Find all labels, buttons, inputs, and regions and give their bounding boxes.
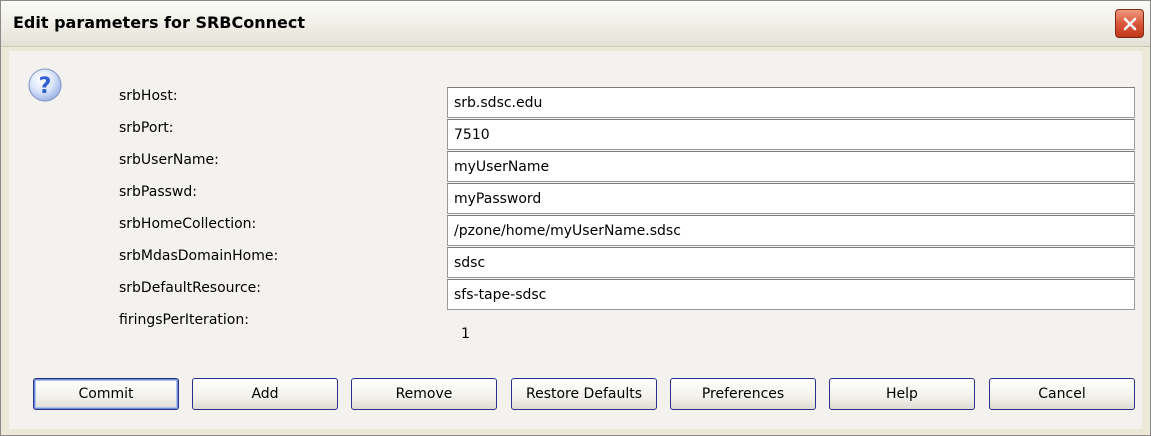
commit-button[interactable]: Commit [33, 378, 179, 410]
add-button[interactable]: Add [192, 378, 338, 410]
srbpasswd-field[interactable] [447, 183, 1135, 214]
param-row-srbport: srbPort: [9, 117, 1142, 150]
srbhomecollection-field[interactable] [447, 215, 1135, 246]
help-button[interactable]: Help [829, 378, 975, 410]
title-bar[interactable]: Edit parameters for SRBConnect [1, 1, 1150, 47]
srbdefaultresource-field[interactable] [447, 279, 1135, 310]
dialog-title: Edit parameters for SRBConnect [13, 13, 305, 32]
close-button[interactable] [1115, 9, 1144, 38]
param-row-firingsperiteration: firingsPerIteration: 1 [9, 309, 1142, 342]
param-label: srbPort: [119, 120, 174, 136]
dialog-content: ? srbHost: srbPort: srbUserName: srbPass… [9, 51, 1142, 429]
firings-value: 1 [461, 326, 470, 342]
param-label: srbPasswd: [119, 184, 197, 200]
srbusername-field[interactable] [447, 151, 1135, 182]
param-label: srbMdasDomainHome: [119, 248, 279, 264]
restore-defaults-button[interactable]: Restore Defaults [511, 378, 657, 410]
param-row-srbusername: srbUserName: [9, 149, 1142, 182]
cancel-button[interactable]: Cancel [989, 378, 1135, 410]
param-label: srbUserName: [119, 152, 219, 168]
param-label: srbDefaultResource: [119, 280, 262, 296]
param-label: srbHost: [119, 88, 178, 104]
dialog-window: Edit parameters for SRBConnect ? srbHost… [0, 0, 1151, 436]
srbport-field[interactable] [447, 119, 1135, 150]
preferences-button[interactable]: Preferences [670, 378, 816, 410]
param-row-srbmdasdomainhome: srbMdasDomainHome: [9, 245, 1142, 278]
param-row-srbhost: srbHost: [9, 85, 1142, 118]
remove-button[interactable]: Remove [351, 378, 497, 410]
button-bar: Commit Add Remove Restore Defaults Prefe… [9, 378, 1142, 410]
param-row-srbhomecollection: srbHomeCollection: [9, 213, 1142, 246]
param-label: srbHomeCollection: [119, 216, 257, 232]
param-row-srbdefaultresource: srbDefaultResource: [9, 277, 1142, 310]
param-label: firingsPerIteration: [119, 312, 249, 328]
param-row-srbpasswd: srbPasswd: [9, 181, 1142, 214]
srbhost-field[interactable] [447, 87, 1135, 118]
srbmdasdomainhome-field[interactable] [447, 247, 1135, 278]
close-icon [1123, 17, 1136, 30]
